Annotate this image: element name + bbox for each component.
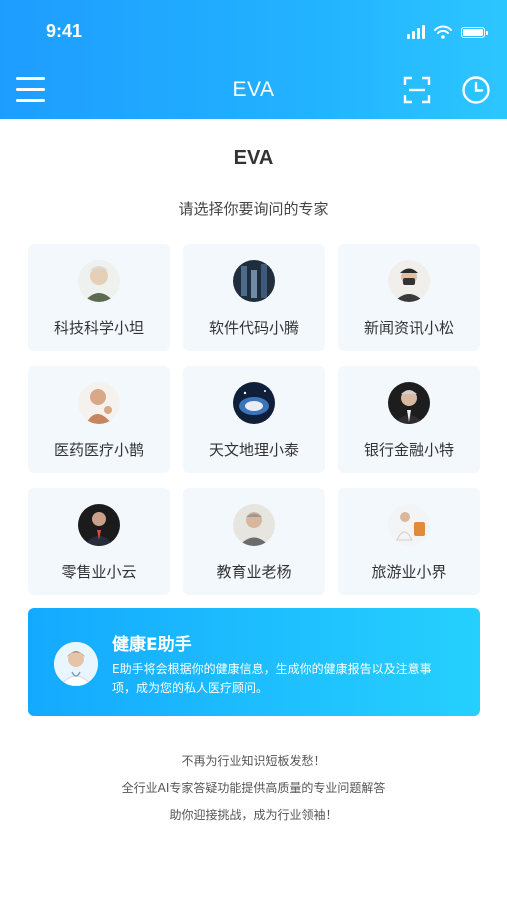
expert-avatar (78, 260, 120, 302)
expert-card-medical[interactable]: 医药医疗小鹊 (28, 366, 170, 473)
expert-avatar (78, 382, 120, 424)
health-assistant-banner[interactable]: 健康E助手 E助手将会根据你的健康信息，生成你的健康报告以及注意事项，成为您的私… (28, 608, 480, 716)
expert-avatar (388, 382, 430, 424)
expert-card-astronomy[interactable]: 天文地理小泰 (183, 366, 325, 473)
banner-title: 健康E助手 (112, 635, 192, 655)
signal-icon (407, 25, 425, 39)
expert-label: 银行金融小特 (363, 441, 454, 459)
wifi-icon (434, 25, 452, 39)
expert-avatar (233, 260, 275, 302)
expert-card-software[interactable]: 软件代码小腾 (183, 244, 325, 351)
expert-card-retail[interactable]: 零售业小云 (28, 488, 170, 595)
app-header: 9:41 EVA (0, 0, 507, 119)
expert-avatar (78, 504, 120, 546)
expert-card-tourism[interactable]: 旅游业小界 (338, 488, 480, 595)
expert-label: 天文地理小泰 (208, 441, 299, 459)
expert-card-news[interactable]: 新闻资讯小松 (338, 244, 480, 351)
expert-avatar (233, 382, 275, 424)
expert-label: 零售业小云 (61, 563, 137, 581)
expert-label: 科技科学小坦 (53, 319, 144, 337)
expert-avatar (388, 260, 430, 302)
footer-text: 不再为行业知识短板发愁！ 全行业AI专家答疑功能提供高质量的专业问题解答 助你迎… (0, 748, 507, 829)
expert-label: 旅游业小界 (371, 563, 447, 581)
scan-icon[interactable] (403, 76, 431, 104)
expert-card-finance[interactable]: 银行金融小特 (338, 366, 480, 473)
expert-avatar (233, 504, 275, 546)
clock-icon[interactable] (461, 75, 491, 105)
page-subtitle: 请选择你要询问的专家 (178, 200, 329, 218)
status-time: 9:41 (46, 21, 83, 41)
banner-description: E助手将会根据你的健康信息，生成你的健康报告以及注意事项，成为您的私人医疗顾问。 (112, 662, 432, 695)
expert-label: 教育业老杨 (216, 563, 292, 581)
expert-card-education[interactable]: 教育业老杨 (183, 488, 325, 595)
footer-line: 全行业AI专家答疑功能提供高质量的专业问题解答 (121, 781, 386, 795)
footer-line: 助你迎接挑战，成为行业领袖！ (169, 808, 338, 822)
footer-line: 不再为行业知识短板发愁！ (181, 754, 326, 768)
expert-label: 医药医疗小鹊 (53, 441, 144, 459)
battery-icon (461, 26, 488, 38)
doctor-avatar (54, 642, 98, 686)
expert-card-tech[interactable]: 科技科学小坦 (28, 244, 170, 351)
page-title: EVA (233, 147, 274, 169)
expert-label: 新闻资讯小松 (363, 319, 454, 337)
expert-avatar (388, 504, 430, 546)
status-icons (407, 24, 488, 40)
expert-label: 软件代码小腾 (208, 319, 299, 337)
